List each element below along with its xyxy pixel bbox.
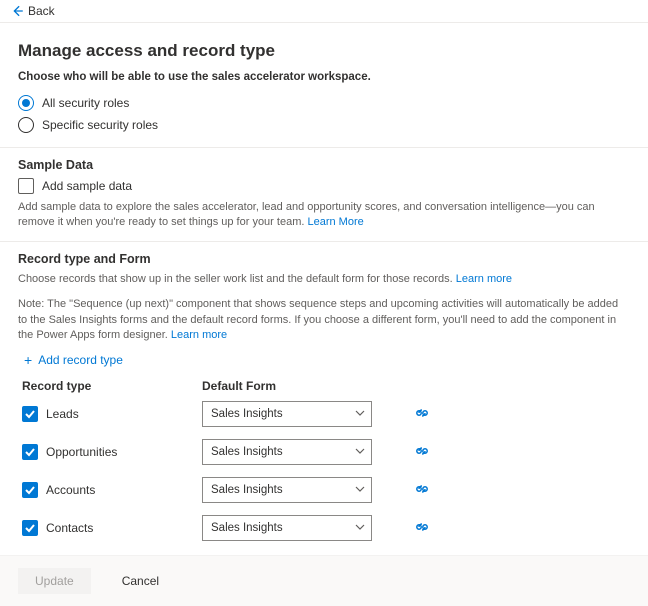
record-type-name: Accounts xyxy=(46,483,95,497)
record-type-name: Leads xyxy=(46,407,79,421)
topbar: Back xyxy=(0,0,648,23)
record-type-title: Record type and Form xyxy=(18,252,630,266)
default-form-select[interactable]: Sales Insights xyxy=(202,515,372,541)
page-title: Manage access and record type xyxy=(18,41,630,61)
add-record-type-label: Add record type xyxy=(38,353,123,367)
default-form-select[interactable]: Sales Insights xyxy=(202,439,372,465)
link-icon[interactable] xyxy=(415,445,429,459)
radio-icon xyxy=(18,95,34,111)
radio-label: All security roles xyxy=(42,96,129,110)
access-radio-group: All security roles Specific security rol… xyxy=(18,95,630,133)
select-value: Sales Insights xyxy=(211,522,283,534)
default-form-select[interactable]: Sales Insights xyxy=(202,477,372,503)
plus-icon: + xyxy=(24,353,32,367)
chevron-down-icon xyxy=(355,408,365,421)
record-type-desc: Choose records that show up in the selle… xyxy=(18,272,630,287)
record-type-name: Opportunities xyxy=(46,445,117,459)
chevron-down-icon xyxy=(355,446,365,459)
col-default-form: Default Form xyxy=(202,379,402,393)
learn-more-link[interactable]: Learn more xyxy=(171,329,227,341)
table-row: Leads Sales Insights xyxy=(18,401,630,427)
radio-icon xyxy=(18,117,34,133)
back-button[interactable]: Back xyxy=(28,4,55,18)
link-icon[interactable] xyxy=(415,521,429,535)
add-sample-data-checkbox[interactable]: Add sample data xyxy=(18,178,630,194)
table-row: Opportunities Sales Insights xyxy=(18,439,630,465)
checkbox-label: Add sample data xyxy=(42,179,132,193)
chevron-down-icon xyxy=(355,522,365,535)
chevron-down-icon xyxy=(355,484,365,497)
radio-specific-roles[interactable]: Specific security roles xyxy=(18,117,630,133)
select-value: Sales Insights xyxy=(211,408,283,420)
learn-more-link[interactable]: Learn more xyxy=(456,273,512,285)
select-value: Sales Insights xyxy=(211,484,283,496)
add-record-type-button[interactable]: + Add record type xyxy=(24,353,630,367)
record-type-note: Note: The "Sequence (up next)" component… xyxy=(18,297,630,343)
learn-more-link[interactable]: Learn More xyxy=(307,216,363,228)
checkbox-icon xyxy=(18,178,34,194)
col-record-type: Record type xyxy=(22,379,202,393)
footer: Update Cancel xyxy=(0,555,648,606)
content: Manage access and record type Choose who… xyxy=(0,23,648,541)
table-header: Record type Default Form xyxy=(18,379,630,393)
checkbox-icon[interactable] xyxy=(22,482,38,498)
default-form-select[interactable]: Sales Insights xyxy=(202,401,372,427)
update-button: Update xyxy=(18,568,91,594)
record-type-name: Contacts xyxy=(46,521,93,535)
sample-data-help: Add sample data to explore the sales acc… xyxy=(18,200,630,231)
link-icon[interactable] xyxy=(415,407,429,421)
table-row: Accounts Sales Insights xyxy=(18,477,630,503)
radio-label: Specific security roles xyxy=(42,118,158,132)
record-type-section: Record type and Form Choose records that… xyxy=(0,241,648,542)
cancel-button[interactable]: Cancel xyxy=(105,568,176,594)
link-icon[interactable] xyxy=(415,483,429,497)
checkbox-icon[interactable] xyxy=(22,520,38,536)
checkbox-icon[interactable] xyxy=(22,406,38,422)
page-subhead: Choose who will be able to use the sales… xyxy=(18,71,630,83)
radio-all-roles[interactable]: All security roles xyxy=(18,95,630,111)
back-arrow-icon[interactable] xyxy=(10,4,24,18)
table-row: Contacts Sales Insights xyxy=(18,515,630,541)
sample-data-section: Sample Data Add sample data Add sample d… xyxy=(0,147,648,231)
sample-data-title: Sample Data xyxy=(18,158,630,172)
checkbox-icon[interactable] xyxy=(22,444,38,460)
select-value: Sales Insights xyxy=(211,446,283,458)
